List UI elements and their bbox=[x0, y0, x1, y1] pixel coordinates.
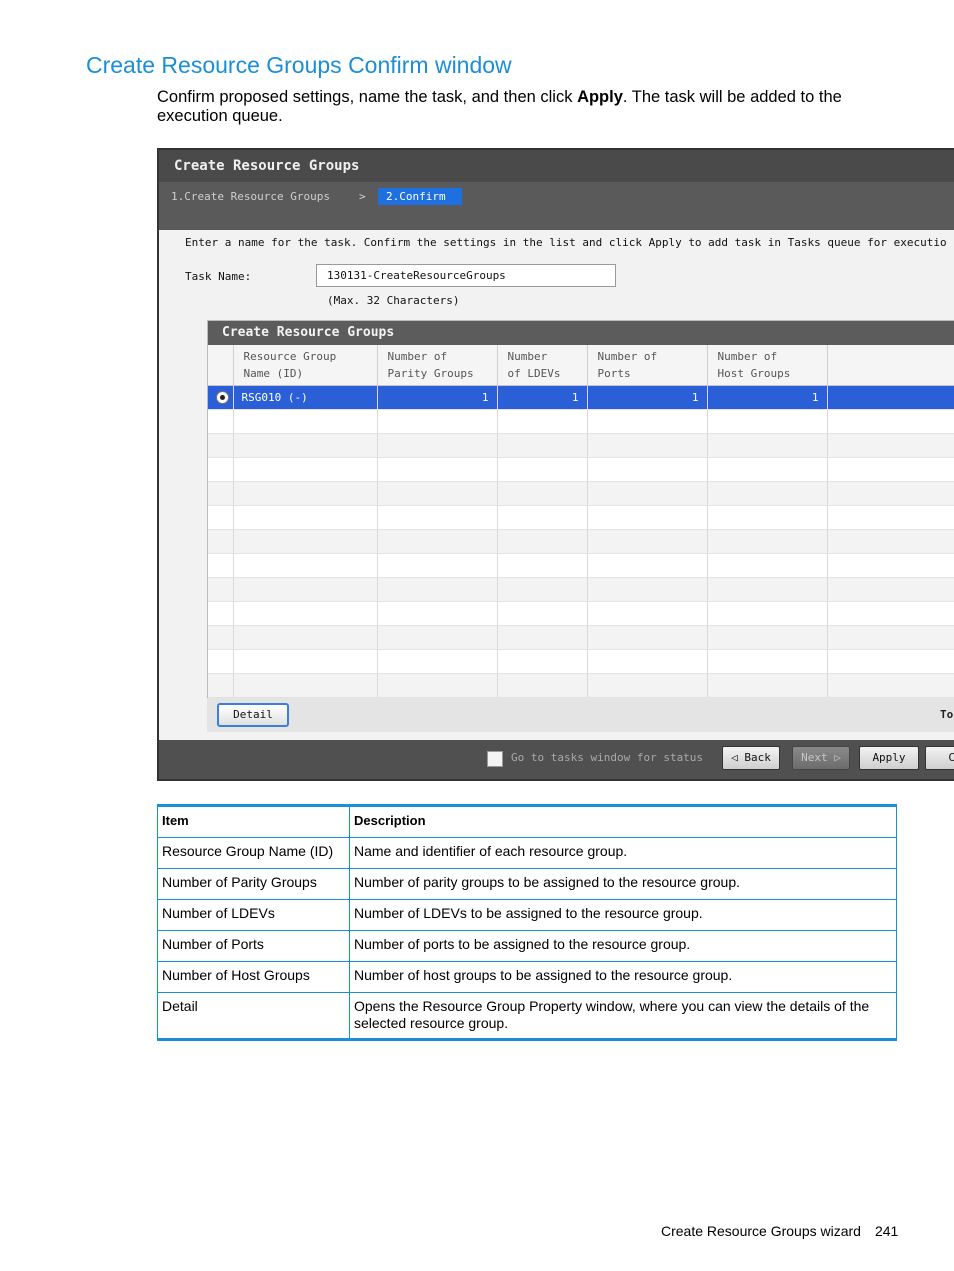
table-row: Resource Group Name (ID) Name and identif… bbox=[157, 837, 897, 869]
empty-row bbox=[208, 649, 954, 674]
step-separator: > bbox=[359, 190, 366, 203]
apply-button[interactable]: Apply bbox=[859, 746, 919, 770]
item-cell: Detail bbox=[157, 992, 350, 1040]
item-cell: Number of Parity Groups bbox=[157, 868, 350, 900]
go-to-tasks-checkbox[interactable] bbox=[487, 751, 503, 767]
step-confirm[interactable]: 2.Confirm bbox=[378, 188, 462, 205]
task-name-hint: (Max. 32 Characters) bbox=[327, 294, 460, 307]
table-row: Number of Host Groups Number of host grou… bbox=[157, 961, 897, 993]
back-button[interactable]: ◁ Back bbox=[722, 746, 780, 770]
empty-row bbox=[208, 529, 954, 554]
description-cell: Number of LDEVs to be assigned to the re… bbox=[349, 899, 897, 931]
item-cell: Resource Group Name (ID) bbox=[157, 837, 350, 869]
table-row: Detail Opens the Resource Group Property … bbox=[157, 992, 897, 1040]
description-cell: Number of parity groups to be assigned t… bbox=[349, 868, 897, 900]
empty-row bbox=[208, 577, 954, 602]
grid-header-ldevs[interactable]: Number of LDEVs bbox=[497, 345, 588, 386]
grid-header-name[interactable]: Resource Group Name (ID) bbox=[233, 345, 378, 386]
cancel-button[interactable]: Ca bbox=[925, 746, 954, 770]
header-item: Item bbox=[157, 805, 350, 838]
step-create[interactable]: 1.Create Resource Groups bbox=[171, 188, 330, 205]
item-cell: Number of LDEVs bbox=[157, 899, 350, 931]
task-name-label: Task Name: bbox=[185, 270, 252, 283]
grid-title: Create Resource Groups bbox=[208, 321, 954, 345]
task-name-input[interactable]: 130131-CreateResourceGroups bbox=[316, 264, 616, 287]
wizard-screenshot: Create Resource Groups 1.Create Resource… bbox=[157, 148, 954, 781]
table-row: Number of Ports Number of ports to be ass… bbox=[157, 930, 897, 962]
cell-ldevs: 1 bbox=[497, 385, 588, 410]
instruction-text: Enter a name for the task. Confirm the s… bbox=[185, 236, 947, 249]
go-to-tasks-label: Go to tasks window for status bbox=[511, 751, 704, 764]
resource-groups-grid: Create Resource Groups Resource Group Nam… bbox=[207, 320, 954, 732]
footer-section: Create Resource Groups wizard bbox=[661, 1223, 861, 1239]
grid-header-parity[interactable]: Number of Parity Groups bbox=[377, 345, 498, 386]
table-row: Number of LDEVs Number of LDEVs to be ass… bbox=[157, 899, 897, 931]
detail-button[interactable]: Detail bbox=[217, 703, 289, 727]
table-row: Number of Parity Groups Number of parity … bbox=[157, 868, 897, 900]
empty-row bbox=[208, 433, 954, 458]
cell-parity: 1 bbox=[377, 385, 498, 410]
description-cell: Number of host groups to be assigned to … bbox=[349, 961, 897, 993]
grid-header-select bbox=[208, 345, 234, 386]
grid-header-host-groups[interactable]: Number of Host Groups bbox=[707, 345, 828, 386]
cell-name: RSG010 (-) bbox=[233, 385, 378, 410]
page-number: 241 bbox=[874, 1223, 899, 1239]
wizard-button-bar: Go to tasks window for status ◁ Back Nex… bbox=[159, 740, 954, 779]
wizard-title: Create Resource Groups bbox=[159, 150, 954, 182]
grid-footer: Detail To bbox=[207, 698, 954, 732]
table-row[interactable]: RSG010 (-) 1 1 1 1 bbox=[208, 385, 954, 410]
row-radio[interactable] bbox=[208, 385, 234, 410]
cell-ports: 1 bbox=[587, 385, 708, 410]
radio-selected-icon[interactable] bbox=[216, 391, 229, 405]
empty-row bbox=[208, 505, 954, 530]
page-heading: Create Resource Groups Confirm window bbox=[86, 52, 512, 78]
description-cell: Name and identifier of each resource gro… bbox=[349, 837, 897, 869]
intro-before: Confirm proposed settings, name the task… bbox=[157, 88, 578, 106]
empty-row bbox=[208, 457, 954, 482]
item-cell: Number of Host Groups bbox=[157, 961, 350, 993]
next-button[interactable]: Next ▷ bbox=[792, 746, 850, 770]
grid-header-row: Resource Group Name (ID) Number of Parity … bbox=[208, 345, 954, 386]
table-header-row: Item Description bbox=[157, 805, 897, 838]
page-footer: Create Resource Groups wizard 241 bbox=[661, 1223, 898, 1239]
intro-paragraph: Confirm proposed settings, name the task… bbox=[157, 88, 897, 126]
cell-host-groups: 1 bbox=[707, 385, 828, 410]
wizard-steps: 1.Create Resource Groups > 2.Confirm bbox=[159, 182, 954, 230]
item-cell: Number of Ports bbox=[157, 930, 350, 962]
grid-table: Resource Group Name (ID) Number of Parity … bbox=[208, 345, 954, 698]
empty-row bbox=[208, 409, 954, 434]
empty-row bbox=[208, 625, 954, 650]
description-cell: Number of ports to be assigned to the re… bbox=[349, 930, 897, 962]
intro-apply-bold: Apply bbox=[577, 88, 623, 106]
grid-header-ports[interactable]: Number of Ports bbox=[587, 345, 708, 386]
total-label: To bbox=[940, 708, 954, 721]
wizard-body: Enter a name for the task. Confirm the s… bbox=[159, 230, 954, 740]
empty-row bbox=[208, 601, 954, 626]
description-cell: Opens the Resource Group Property window… bbox=[349, 992, 897, 1040]
empty-row bbox=[208, 553, 954, 578]
empty-row bbox=[208, 481, 954, 506]
empty-row bbox=[208, 673, 954, 698]
header-description: Description bbox=[349, 805, 897, 838]
item-description-table: Item Description Resource Group Name (ID… bbox=[157, 804, 897, 1041]
grid-header-extra bbox=[827, 345, 954, 386]
